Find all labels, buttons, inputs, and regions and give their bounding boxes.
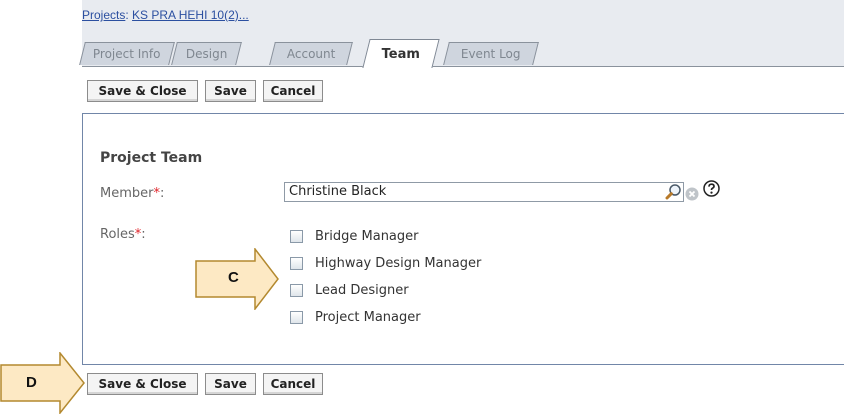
tab-event-log[interactable]: Event Log <box>443 42 539 65</box>
tab-design[interactable]: Design <box>171 42 242 65</box>
tab-label: Team <box>381 47 420 62</box>
save-close-button[interactable]: Save & Close <box>87 80 198 102</box>
role-label: Project Manager <box>315 310 421 325</box>
role-checkbox-highway-design-manager[interactable] <box>290 257 303 270</box>
clear-icon[interactable] <box>685 186 699 205</box>
role-label: Highway Design Manager <box>315 256 482 271</box>
tab-label: Project Info <box>93 47 161 61</box>
member-field[interactable]: Christine Black <box>284 182 684 202</box>
section-title: Project Team <box>100 150 203 166</box>
roles-label-text: Roles <box>100 227 135 242</box>
tab-bar: Project Info Design Account Team Event L… <box>76 38 844 68</box>
role-label: Bridge Manager <box>315 229 419 244</box>
role-checkbox-lead-designer[interactable] <box>290 284 303 297</box>
magnifier-icon[interactable] <box>665 183 683 205</box>
breadcrumb-projects-link[interactable]: Projects <box>82 8 125 22</box>
tab-team[interactable]: Team <box>362 39 440 68</box>
tab-label: Design <box>185 47 228 61</box>
tab-account[interactable]: Account <box>269 42 353 65</box>
cancel-button[interactable]: Cancel <box>263 80 323 102</box>
save-button[interactable]: Save <box>205 373 256 395</box>
breadcrumb: Projects: KS PRA HEHI 10(2)... <box>82 8 249 22</box>
tab-divider <box>82 66 844 67</box>
tab-label: Event Log <box>461 47 521 61</box>
member-label-text: Member <box>100 186 154 201</box>
role-checkbox-project-manager[interactable] <box>290 311 303 324</box>
roles-label: Roles*: <box>100 227 146 242</box>
callout-arrow-d <box>0 352 85 414</box>
help-icon[interactable] <box>703 180 720 201</box>
cancel-button[interactable]: Cancel <box>263 373 323 395</box>
label-colon: : <box>141 227 146 242</box>
callout-label-c: C <box>228 269 239 286</box>
label-colon: : <box>159 186 165 201</box>
role-checkbox-bridge-manager[interactable] <box>290 230 303 243</box>
member-label: Member*: <box>100 186 164 201</box>
breadcrumb-separator: : <box>125 8 129 22</box>
role-label: Lead Designer <box>315 283 409 298</box>
breadcrumb-current-project-link[interactable]: KS PRA HEHI 10(2)... <box>132 8 249 22</box>
tab-label: Account <box>286 47 336 61</box>
save-button[interactable]: Save <box>205 80 256 102</box>
save-close-button[interactable]: Save & Close <box>87 373 198 395</box>
callout-label-d: D <box>26 374 37 391</box>
tab-project-info[interactable]: Project Info <box>79 42 175 65</box>
